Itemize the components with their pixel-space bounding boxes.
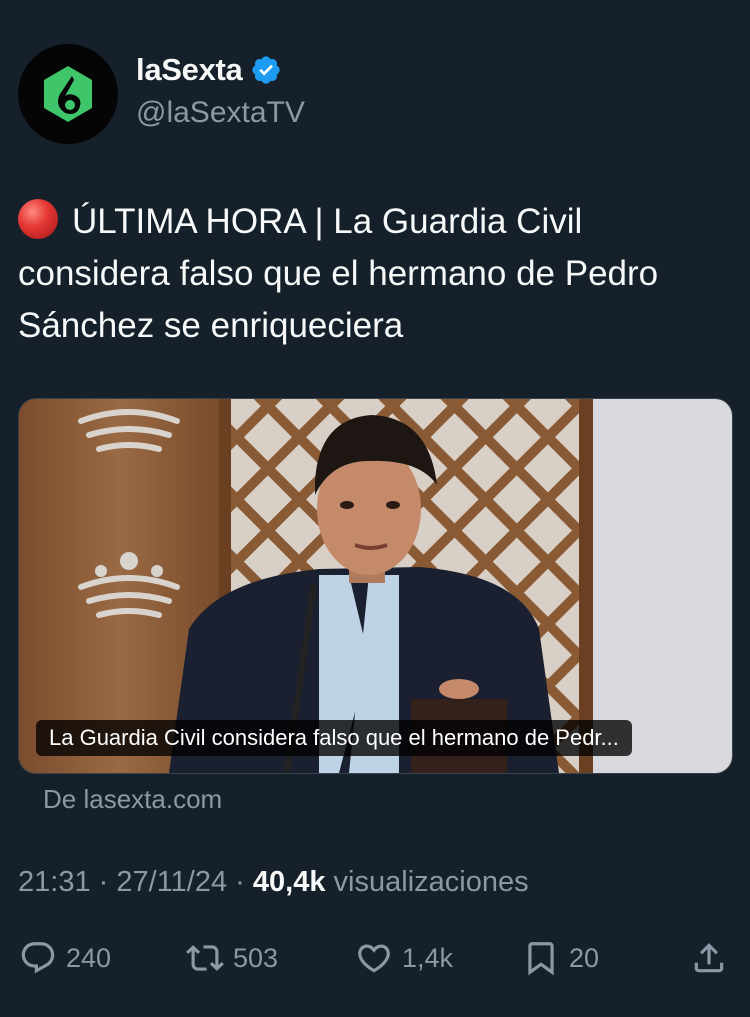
lasexta-logo-icon [44, 66, 92, 122]
reply-count: 240 [66, 942, 112, 973]
media-caption: La Guardia Civil considera falso que el … [36, 720, 632, 756]
reply-icon [21, 942, 55, 974]
tweet-time[interactable]: 21:31 [18, 866, 91, 898]
repost-icon [186, 945, 224, 971]
tweet-date[interactable]: 27/11/24 [116, 866, 227, 898]
handle[interactable]: @laSextaTV [136, 96, 305, 130]
tweet-text: ÚLTIMA HORA | La Guardia Civil considera… [18, 196, 730, 352]
like-button[interactable]: 1,4k [355, 932, 453, 984]
bookmark-count: 20 [569, 942, 600, 973]
views-label: visualizaciones [333, 866, 529, 898]
like-count: 1,4k [402, 942, 454, 973]
share-icon [694, 943, 724, 973]
tweet-body: ÚLTIMA HORA | La Guardia Civil considera… [18, 202, 659, 345]
repost-count: 503 [233, 942, 279, 973]
meta-separator: · [98, 866, 109, 898]
link-source[interactable]: De lasexta.com [43, 784, 222, 815]
red-circle-icon [18, 199, 58, 239]
action-bar: 240 503 1,4k 20 [0, 932, 750, 984]
meta-separator: · [235, 866, 245, 898]
bookmark-button[interactable]: 20 [522, 932, 599, 984]
link-card[interactable]: La Guardia Civil considera falso que el … [18, 398, 733, 774]
views-count: 40,4k [252, 866, 326, 898]
news-photo [19, 399, 732, 773]
verified-badge-icon [252, 56, 281, 84]
display-name[interactable]: laSexta [136, 52, 243, 88]
heart-icon [358, 944, 390, 973]
tweet-meta: 21:31 · 27/11/24 · 40,4k visualizaciones [18, 866, 529, 899]
avatar[interactable] [18, 44, 118, 144]
bookmark-icon [528, 942, 554, 976]
share-button[interactable] [690, 932, 728, 984]
reply-button[interactable]: 240 [19, 932, 111, 984]
repost-button[interactable]: 503 [186, 932, 278, 984]
